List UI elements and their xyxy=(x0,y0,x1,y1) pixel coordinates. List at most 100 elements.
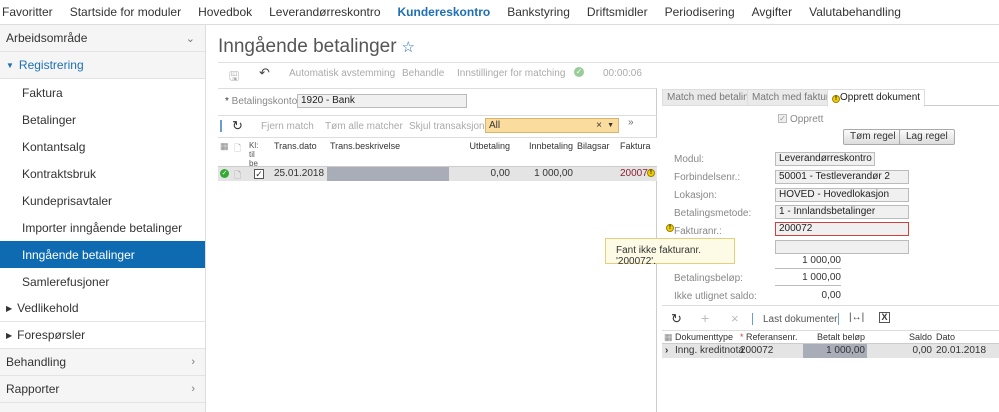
sidebar-rapporter[interactable]: Rapporter › xyxy=(0,376,205,403)
dropdown-arrow-icon[interactable]: ▼ xyxy=(607,122,614,129)
sidebar-item-kontantsalg[interactable]: Kontantsalg xyxy=(0,133,205,160)
behandling-label: Behandling xyxy=(6,355,67,369)
more-icon[interactable]: » xyxy=(628,117,634,128)
clear-icon[interactable]: × xyxy=(596,120,602,131)
create-checkbox[interactable]: ✓ xyxy=(778,114,787,123)
header-date[interactable]: Dato xyxy=(936,332,955,342)
header-paid[interactable]: Betalt beløp xyxy=(803,332,865,342)
sidebar-item-kundeprisavtaler[interactable]: Kundeprisavtaler xyxy=(0,187,205,214)
desc-cell[interactable] xyxy=(327,167,449,181)
doc-saldo: 0,00 xyxy=(912,345,932,356)
sidebar-item-faktura[interactable]: Faktura xyxy=(0,79,205,106)
create-label: Opprett xyxy=(790,114,824,125)
load-documents-button[interactable]: Last dokumenter xyxy=(763,314,838,325)
header-ready[interactable]: Kl: til be xyxy=(249,141,263,168)
nav-avgifter[interactable]: Avgifter xyxy=(752,5,792,19)
caret-down-icon: ▼ xyxy=(6,60,14,70)
doc-date: 20.01.2018 xyxy=(936,345,987,356)
column-chooser-icon[interactable]: ▦ xyxy=(664,332,673,343)
sidebar-item-samlerefusjoner[interactable]: Samlerefusjoner xyxy=(0,268,205,295)
row-date: 25.01.2018 xyxy=(274,168,325,179)
nav-hovedbok[interactable]: Hovedbok xyxy=(198,5,252,19)
header-desc[interactable]: Trans.beskrivelse xyxy=(330,141,400,151)
lokasjon-field[interactable]: HOVED - Hovedlokasjon xyxy=(775,188,909,202)
refresh-icon[interactable]: ↻ xyxy=(232,118,243,134)
row-out: 0,00 xyxy=(490,168,510,179)
sidebar-behandling[interactable]: Behandling › xyxy=(0,349,205,376)
document-icon: 🗋 xyxy=(234,143,242,153)
sidebar-item-importer[interactable]: Importer inngående betalinger xyxy=(0,214,205,241)
sidebar-item-inngaende-betalinger[interactable]: Inngående betalinger xyxy=(0,241,205,268)
lokasjon-label: Lokasjon: xyxy=(674,190,717,201)
nav-kundereskontro[interactable]: Kundereskontro xyxy=(398,5,491,19)
account-field[interactable]: 1920 - Bank xyxy=(297,94,467,108)
hide-transaction-button[interactable]: Skjul transaksjon xyxy=(409,121,485,132)
header-in[interactable]: Innbetaling xyxy=(510,141,573,151)
sidebar-item-betalinger[interactable]: Betalinger xyxy=(0,106,205,133)
tab-match-faktura[interactable]: Match med faktura xyxy=(747,89,840,106)
amount-field[interactable]: 1 000,00 xyxy=(775,255,841,269)
nav-bankstyring[interactable]: Bankstyring xyxy=(507,5,570,19)
matching-settings-button[interactable]: Innstillinger for matching xyxy=(457,68,565,79)
check-circle-icon: ✓ xyxy=(574,67,584,77)
tab-opprett-dokument[interactable]: ! Opprett dokument xyxy=(827,89,926,107)
fakturanr-field[interactable]: 200072 xyxy=(775,222,909,236)
header-voucher[interactable]: Bilagsar xyxy=(577,141,610,151)
document-icon[interactable]: 🗋 xyxy=(234,168,241,184)
title-text: Inngående betalinger xyxy=(218,36,397,57)
header-doc-type[interactable]: Dokumenttype xyxy=(675,332,733,342)
make-rule-button[interactable]: Lag regel xyxy=(899,129,955,145)
filter-dropdown[interactable]: All × ▼ xyxy=(485,118,619,133)
header-saldo[interactable]: Saldo xyxy=(870,332,932,342)
nav-favoritter[interactable]: Favoritter xyxy=(2,5,53,19)
sidebar-item-kontraktsbruk[interactable]: Kontraktsbruk xyxy=(0,160,205,187)
tab-match-betaling[interactable]: Match med betaling xyxy=(662,89,760,106)
doc-ref[interactable]: 200072 xyxy=(740,345,773,356)
forbindelse-field[interactable]: 50001 - Testleverandør 2 xyxy=(775,170,909,184)
betalingsbelop-field[interactable]: 1 000,00 xyxy=(775,272,841,286)
add-icon[interactable]: + xyxy=(701,310,709,326)
nav-driftsmidler[interactable]: Driftsmidler xyxy=(587,5,648,19)
star-icon[interactable]: ☆ xyxy=(402,39,415,56)
sidebar-workspace[interactable]: Arbeidsområde ⌄ xyxy=(0,25,205,52)
sidebar-section-registrering[interactable]: ▼ Registrering xyxy=(0,52,205,79)
header-invoice[interactable]: Faktura xyxy=(620,141,651,151)
nav-startside[interactable]: Startside for moduler xyxy=(70,5,181,19)
section-label: Registrering xyxy=(18,58,84,72)
saldo-value: 0,00 xyxy=(821,290,841,301)
header-date[interactable]: Trans.dato xyxy=(274,141,317,151)
fit-columns-icon[interactable]: |↔| xyxy=(849,312,864,323)
excel-export-icon[interactable]: X xyxy=(879,312,890,323)
clear-rule-button[interactable]: Tøm regel xyxy=(843,129,903,145)
header-ref[interactable]: * Referansenr. xyxy=(740,332,798,342)
save-icon[interactable]: 🖫 xyxy=(229,67,239,88)
warning-icon: ! xyxy=(832,95,840,103)
refresh-icon[interactable]: ↻ xyxy=(671,311,682,327)
header-out[interactable]: Utbetaling xyxy=(450,141,510,151)
clear-matches-button[interactable]: Tøm alle matcher xyxy=(325,121,403,132)
column-chooser-icon[interactable]: ▦ xyxy=(220,141,229,152)
sidebar-section-vedlikehold[interactable]: ▶ Vedlikehold xyxy=(0,295,205,322)
row-expand-icon[interactable]: › xyxy=(665,345,668,356)
undo-icon[interactable]: ↶ xyxy=(259,65,270,81)
error-tooltip: Fant ikke fakturanr. '200072'. xyxy=(605,238,735,267)
sidebar-section-foresporsler[interactable]: ▶ Forespørsler xyxy=(0,322,205,349)
workspace-label: Arbeidsområde xyxy=(6,31,88,45)
auto-match-button[interactable]: Automatisk avstemming xyxy=(289,68,395,79)
nav-leverandorreskontro[interactable]: Leverandørreskontro xyxy=(269,5,380,19)
delete-icon[interactable]: × xyxy=(731,311,739,326)
caret-right-icon: ▶ xyxy=(6,330,13,340)
nav-periodisering[interactable]: Periodisering xyxy=(665,5,735,19)
warning-icon: ! xyxy=(666,224,674,232)
description-field[interactable] xyxy=(775,240,909,254)
betalingsmetode-field[interactable]: 1 - Innlandsbetalinger xyxy=(775,205,909,219)
behandle-button[interactable]: Behandle xyxy=(402,68,444,79)
ready-checkbox[interactable]: ✓ xyxy=(254,169,264,179)
header-ref-text: Referansenr. xyxy=(746,332,798,342)
doc-paid[interactable]: 1 000,00 xyxy=(803,345,865,356)
remove-match-button[interactable]: Fjern match xyxy=(261,121,314,132)
modul-field[interactable]: Leverandørreskontro xyxy=(775,152,875,166)
page-title: Inngående betalinger ☆ xyxy=(218,36,415,58)
top-navigation: Favoritter Startside for moduler Hovedbo… xyxy=(0,0,999,25)
nav-valutabehandling[interactable]: Valutabehandling xyxy=(809,5,901,19)
